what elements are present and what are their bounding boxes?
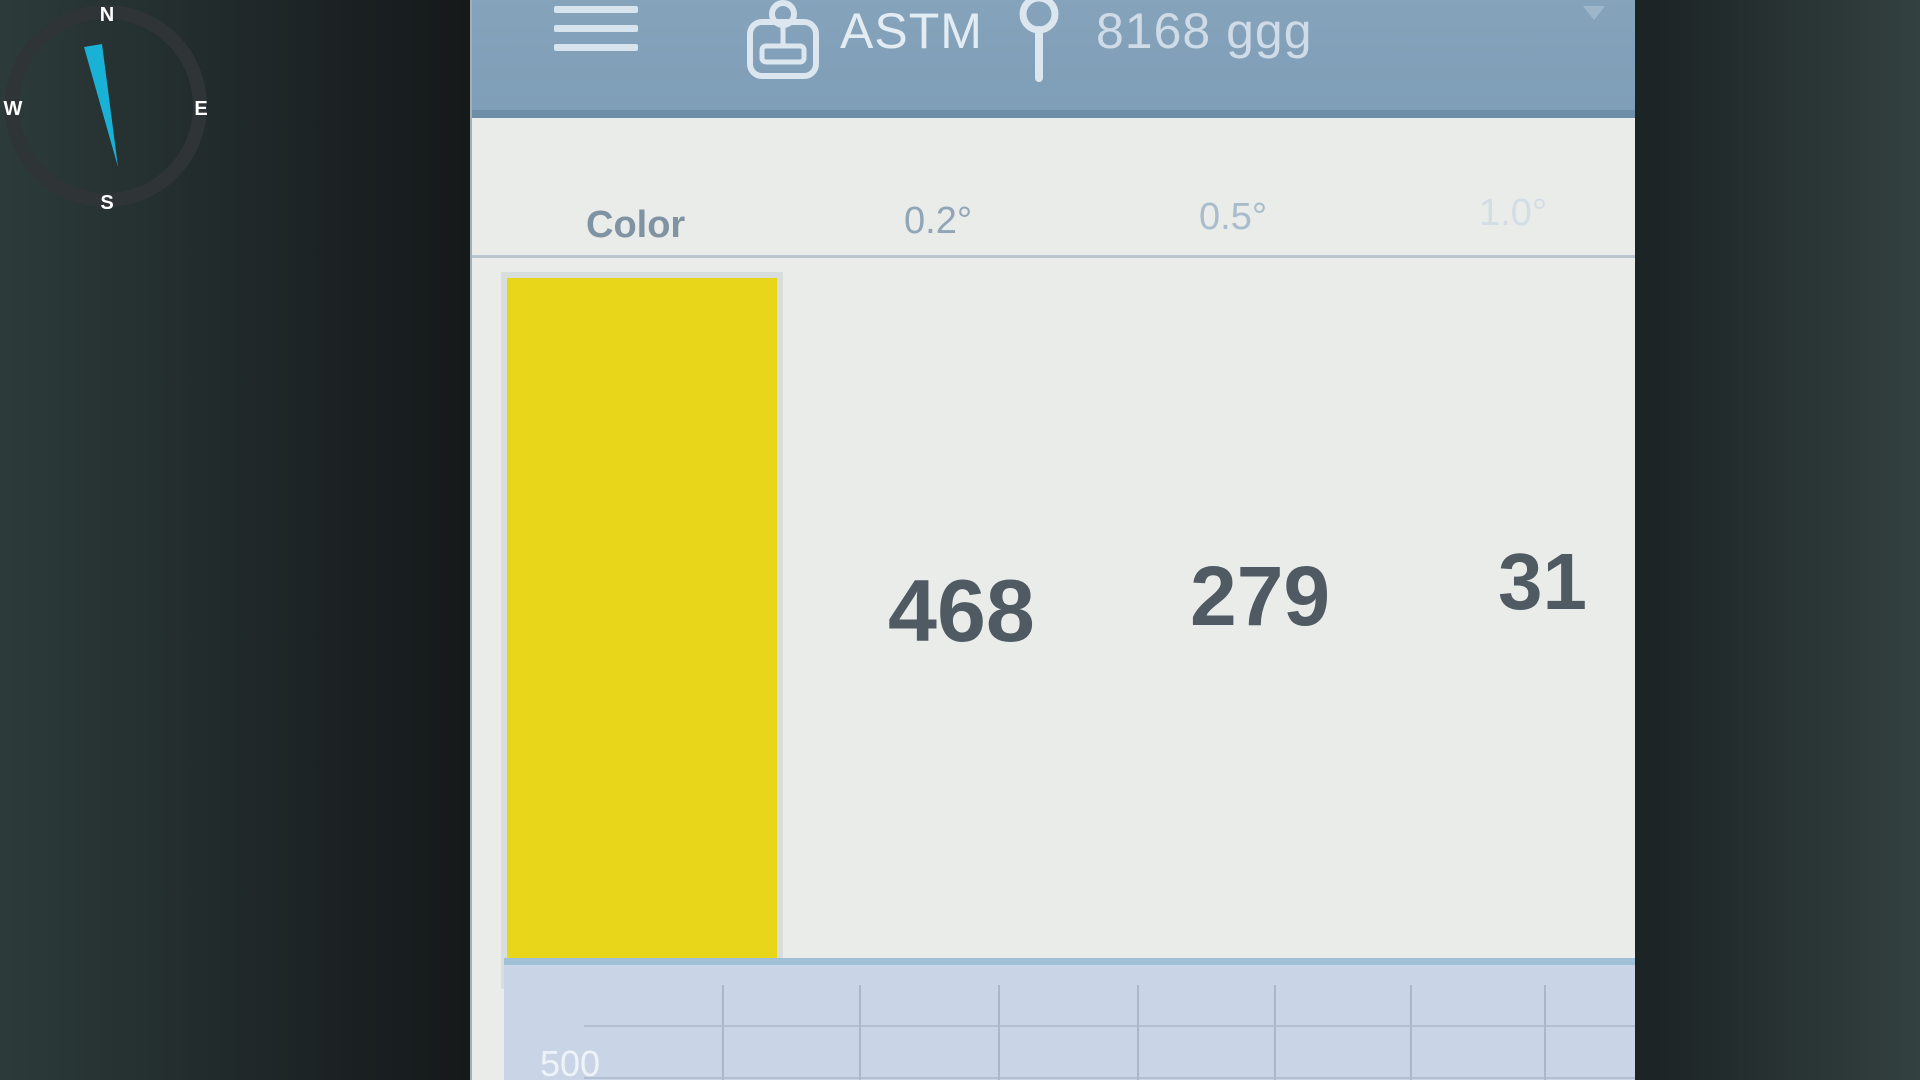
compass-icon: N E S W	[4, 4, 208, 212]
column-header-0-5: 0.5°	[1199, 196, 1268, 238]
device-screen: ASTM 8168 ggg Color 0.2° 0.5° 1.0° 468 2…	[470, 0, 1635, 1080]
value-0-5: 279	[1190, 549, 1331, 643]
menu-line	[554, 25, 638, 32]
compass-south-label: S	[100, 192, 113, 212]
top-bar: ASTM 8168 ggg	[472, 0, 1635, 118]
device-icon	[747, 0, 819, 79]
graph-gridline	[1544, 985, 1546, 1080]
hamburger-menu-icon[interactable]	[554, 6, 638, 64]
compass-west-label: W	[4, 98, 23, 120]
location-pin-icon	[1019, 0, 1059, 82]
value-1-0: 31	[1498, 537, 1587, 626]
graph-gridline	[722, 985, 724, 1080]
graph-gridline	[1137, 985, 1139, 1080]
compass-needle	[84, 44, 118, 167]
column-header-color: Color	[586, 204, 686, 246]
column-header-0-2: 0.2°	[904, 200, 973, 242]
menu-line	[554, 6, 638, 13]
compass-north-label: N	[100, 4, 114, 26]
mode-label[interactable]: ASTM	[840, 2, 983, 60]
measurement-graph: 500	[504, 958, 1635, 1080]
graph-y-axis-label: 500	[540, 1043, 601, 1080]
sample-id-label[interactable]: 8168 ggg	[1096, 2, 1313, 60]
graph-gridline	[998, 985, 1000, 1080]
value-0-2: 468	[888, 561, 1035, 660]
photo-scene: N E S W ASTM 8168 ggg Color 0.2° 0.5° 1.…	[0, 0, 1920, 1080]
graph-gridline	[584, 1077, 1635, 1079]
graph-gridline	[584, 1025, 1635, 1027]
graph-gridline	[1274, 985, 1276, 1080]
table-header: Color 0.2° 0.5° 1.0°	[472, 126, 1635, 258]
column-header-1-0: 1.0°	[1479, 192, 1548, 234]
graph-gridline	[859, 985, 861, 1080]
color-swatch	[507, 278, 777, 983]
menu-line	[554, 44, 638, 51]
graph-gridline	[1410, 985, 1412, 1080]
chevron-down-icon[interactable]	[1581, 4, 1607, 24]
compass-east-label: E	[194, 98, 207, 120]
